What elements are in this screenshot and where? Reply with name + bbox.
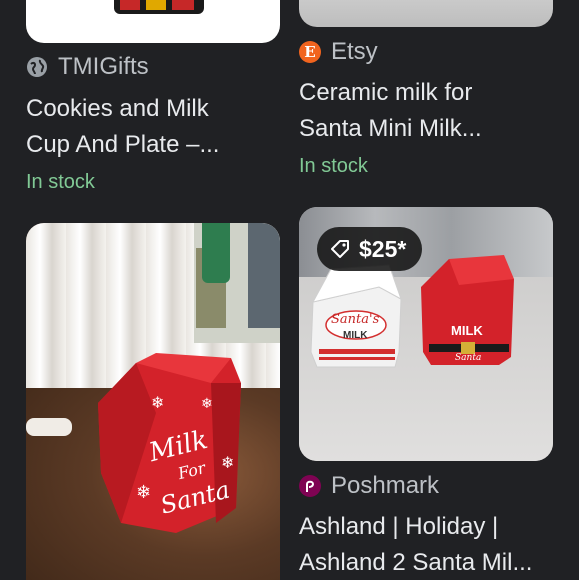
tag-icon bbox=[329, 238, 351, 260]
source-row-poshmark[interactable]: Poshmark bbox=[299, 472, 439, 500]
product-title-line: Ashland 2 Santa Mil... bbox=[299, 549, 533, 576]
source-name: Etsy bbox=[331, 38, 378, 65]
source-name: TMIGifts bbox=[58, 53, 149, 80]
snowflake-glyph: ❄ bbox=[201, 395, 213, 411]
price-badge: $25* bbox=[317, 227, 423, 271]
white-carton-label-milk: MILK bbox=[343, 330, 368, 341]
product-title-line: Ashland | Holiday | bbox=[299, 513, 499, 540]
white-carton-label: Santa's bbox=[331, 312, 380, 327]
product-title-line: Cup And Plate –... bbox=[26, 131, 220, 158]
globe-icon bbox=[26, 56, 48, 78]
price-text: $25* bbox=[359, 235, 407, 262]
product-title[interactable]: Ashland | Holiday | Ashland 2 Santa Mil.… bbox=[299, 509, 532, 580]
product-image-cookies-milk[interactable] bbox=[26, 0, 280, 43]
product-title[interactable]: Cookies and Milk Cup And Plate –... bbox=[26, 91, 219, 163]
snowflake-glyph: ❄ bbox=[221, 455, 234, 472]
etsy-icon-letter: E bbox=[304, 43, 316, 61]
snowflake-glyph: ❄ bbox=[151, 395, 164, 412]
snowflake-glyph: ❄ bbox=[136, 482, 151, 502]
product-title-line: Cookies and Milk bbox=[26, 95, 209, 122]
product-image-santa-creamers[interactable]: Santa's MILK MILK Santa $25* bbox=[299, 207, 553, 461]
etsy-icon: E bbox=[299, 41, 321, 63]
source-row-etsy[interactable]: E Etsy bbox=[299, 38, 378, 66]
product-title-line: Santa Mini Milk... bbox=[299, 115, 482, 142]
milk-carton: ❄ ❄ ❄ ❄ Milk For Santa bbox=[98, 353, 241, 533]
stock-status: In stock bbox=[299, 155, 368, 177]
product-title-line: Ceramic milk for bbox=[299, 79, 473, 106]
shopping-results-grid: TMIGifts Cookies and Milk Cup And Plate … bbox=[0, 0, 579, 580]
product-image-milk-for-santa[interactable]: ❄ ❄ ❄ ❄ Milk For Santa bbox=[26, 223, 280, 580]
red-carton-label-santa: Santa bbox=[455, 353, 481, 363]
source-row-tmigifts[interactable]: TMIGifts bbox=[26, 53, 149, 81]
product-image-ceramic-milk[interactable] bbox=[299, 0, 553, 27]
source-name: Poshmark bbox=[331, 472, 440, 499]
stock-status: In stock bbox=[26, 171, 95, 193]
product-image-detail bbox=[114, 0, 204, 14]
product-title[interactable]: Ceramic milk for Santa Mini Milk... bbox=[299, 75, 482, 147]
red-carton-label-milk: MILK bbox=[451, 323, 483, 338]
poshmark-icon bbox=[299, 475, 321, 497]
